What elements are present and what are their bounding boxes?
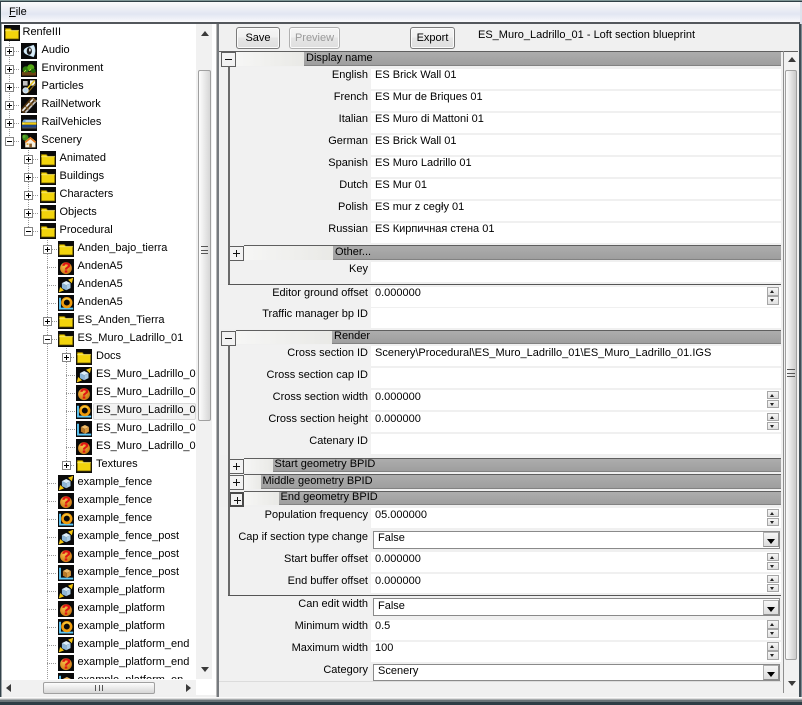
svg-text:?: ? [61,602,70,617]
svg-text:?: ? [79,440,88,455]
svg-text:?: ? [61,494,70,509]
svg-text:?: ? [61,656,70,671]
svg-text:?: ? [61,548,70,563]
svg-text:?: ? [61,260,70,275]
svg-text:?: ? [79,386,88,401]
